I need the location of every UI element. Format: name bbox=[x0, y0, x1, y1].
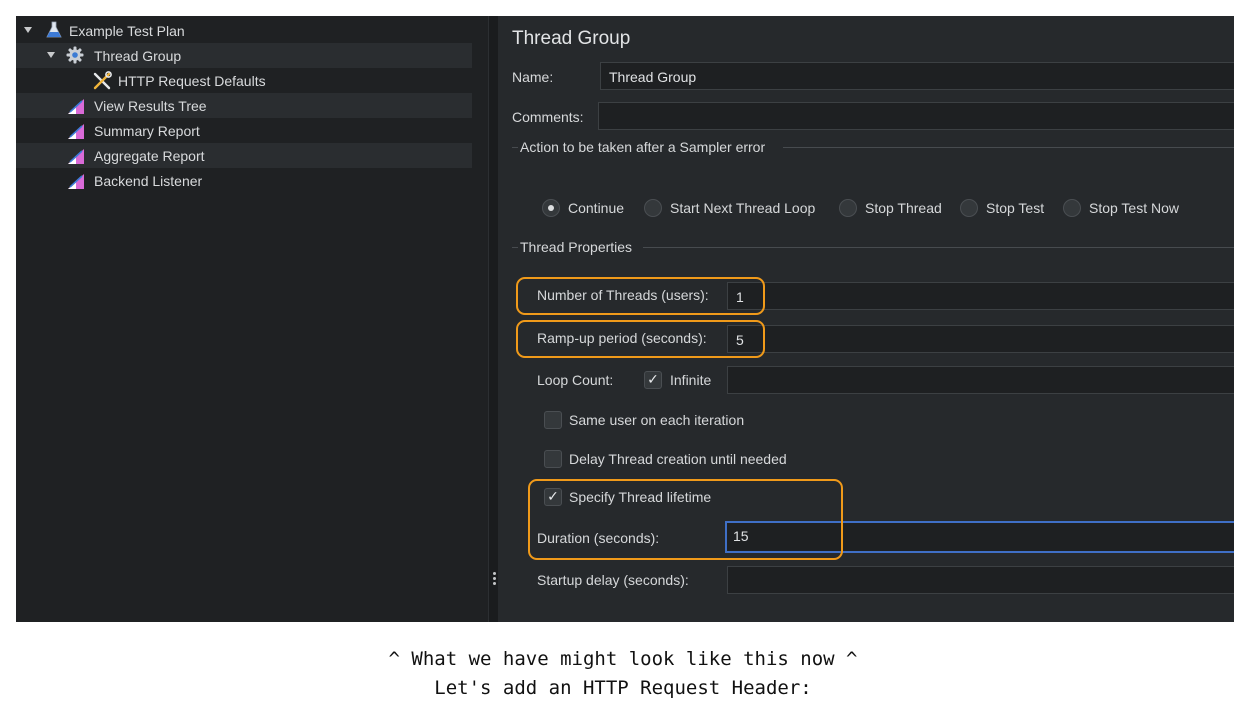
tree-item-example-test-plan[interactable]: Example Test Plan bbox=[16, 18, 472, 43]
tree-item-label: Summary Report bbox=[94, 122, 200, 139]
tree-item-label: Thread Group bbox=[94, 47, 182, 64]
group-border bbox=[783, 147, 1234, 148]
grip-dot-icon bbox=[493, 577, 496, 580]
chart-icon bbox=[68, 124, 84, 139]
stop-thread-label[interactable]: Stop Thread bbox=[865, 200, 942, 216]
tree-item-summary-report[interactable]: Summary Report bbox=[16, 118, 472, 143]
tree-item-label: HTTP Request Defaults bbox=[118, 72, 266, 89]
sampler-error-legend: Action to be taken after a Sampler error bbox=[520, 139, 766, 155]
name-input[interactable]: Thread Group bbox=[600, 62, 1234, 90]
same-user-label[interactable]: Same user on each iteration bbox=[569, 412, 744, 428]
test-plan-tree: Example Test Plan Thread Group HTTP Requ… bbox=[16, 16, 488, 622]
startup-delay-input[interactable] bbox=[727, 566, 1234, 594]
grip-dot-icon bbox=[493, 582, 496, 585]
chevron-down-icon[interactable] bbox=[47, 52, 55, 58]
comments-input[interactable] bbox=[598, 102, 1234, 130]
start-next-thread-loop-label[interactable]: Start Next Thread Loop bbox=[670, 200, 815, 216]
tree-item-aggregate-report[interactable]: Aggregate Report bbox=[16, 143, 472, 168]
jmeter-window: Example Test Plan Thread Group HTTP Requ… bbox=[16, 16, 1234, 622]
infinite-label[interactable]: Infinite bbox=[670, 372, 711, 388]
flask-icon bbox=[46, 21, 62, 38]
tools-icon bbox=[93, 71, 112, 90]
startup-delay-label: Startup delay (seconds): bbox=[537, 572, 689, 588]
tree-item-thread-group[interactable]: Thread Group bbox=[16, 43, 472, 68]
highlight-lifetime bbox=[528, 479, 843, 560]
rampup-input[interactable]: 5 bbox=[727, 325, 1234, 353]
loop-count-input[interactable] bbox=[727, 366, 1234, 394]
chart-icon bbox=[68, 174, 84, 189]
gear-icon bbox=[66, 46, 84, 64]
tree-item-backend-listener[interactable]: Backend Listener bbox=[16, 168, 472, 193]
continue-radio[interactable] bbox=[542, 199, 560, 217]
tree-item-view-results-tree[interactable]: View Results Tree bbox=[16, 93, 472, 118]
tree-item-label: View Results Tree bbox=[94, 97, 207, 114]
tree-item-label: Aggregate Report bbox=[94, 147, 205, 164]
chart-icon bbox=[68, 99, 84, 114]
continue-radio-label[interactable]: Continue bbox=[568, 200, 624, 216]
stop-test-now-label[interactable]: Stop Test Now bbox=[1089, 200, 1179, 216]
panel-splitter[interactable] bbox=[488, 16, 498, 622]
grip-dot-icon bbox=[493, 572, 496, 575]
page-title: Thread Group bbox=[512, 28, 631, 49]
chevron-down-icon[interactable] bbox=[24, 27, 32, 33]
stop-thread-radio[interactable] bbox=[839, 199, 857, 217]
chart-icon bbox=[68, 149, 84, 164]
group-border bbox=[512, 247, 518, 248]
tree-item-label: Backend Listener bbox=[94, 172, 203, 189]
tree-item-label: Example Test Plan bbox=[69, 22, 185, 39]
stop-test-radio[interactable] bbox=[960, 199, 978, 217]
loop-count-label: Loop Count: bbox=[537, 372, 614, 388]
comments-label: Comments: bbox=[512, 109, 584, 125]
group-border bbox=[512, 147, 518, 148]
start-next-thread-loop-radio[interactable] bbox=[644, 199, 662, 217]
highlight-rampup bbox=[516, 320, 765, 358]
stop-test-now-radio[interactable] bbox=[1063, 199, 1081, 217]
infinite-checkbox[interactable]: ✓ bbox=[644, 371, 662, 389]
name-label: Name: bbox=[512, 69, 554, 85]
group-border bbox=[643, 247, 1234, 248]
stop-test-label[interactable]: Stop Test bbox=[986, 200, 1044, 216]
delay-thread-label[interactable]: Delay Thread creation until needed bbox=[569, 451, 787, 467]
delay-thread-checkbox[interactable] bbox=[544, 450, 562, 468]
thread-group-editor: Thread Group Name: Thread Group Comments… bbox=[498, 16, 1234, 622]
threads-input[interactable]: 1 bbox=[727, 282, 1234, 310]
caption-line-2: Let's add an HTTP Request Header: bbox=[434, 677, 812, 699]
caption-line-1: ^ What we have might look like this now … bbox=[388, 648, 858, 670]
same-user-checkbox[interactable] bbox=[544, 411, 562, 429]
tree-item-http-request-defaults[interactable]: HTTP Request Defaults bbox=[16, 68, 472, 93]
thread-properties-legend: Thread Properties bbox=[520, 239, 633, 255]
highlight-threads bbox=[516, 277, 765, 315]
